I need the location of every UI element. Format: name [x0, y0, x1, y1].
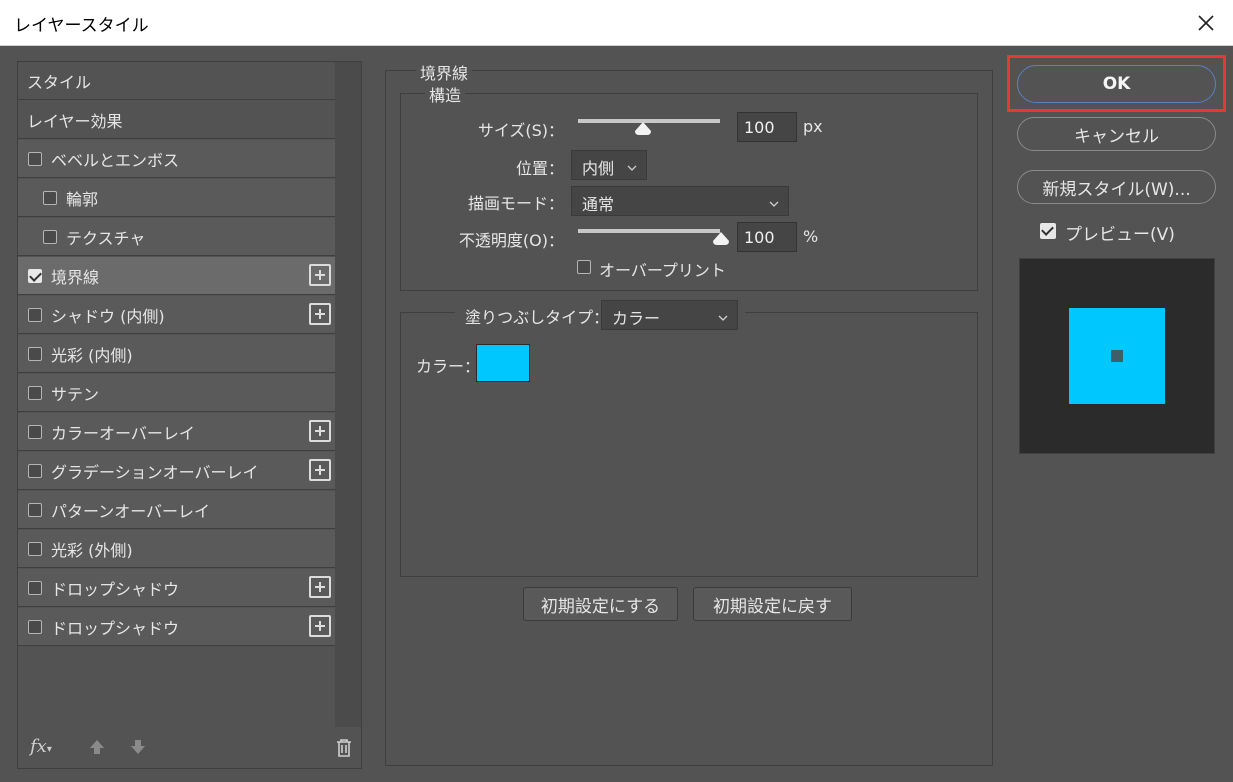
position-label: 位置： [515, 159, 564, 178]
fx-icon[interactable]: fx▾ [30, 736, 52, 757]
close-icon[interactable] [1191, 8, 1221, 38]
style-checkbox[interactable] [28, 268, 42, 283]
chevron-down-icon [768, 195, 780, 207]
add-effect-icon[interactable] [309, 576, 331, 598]
new-style-button[interactable]: 新規スタイル(W)... [1017, 170, 1216, 204]
style-label: テクスチャ [66, 228, 146, 248]
style-label: パターンオーバーレイ [51, 501, 211, 521]
styles-scrollbar[interactable] [335, 62, 361, 727]
style-label: レイヤー効果 [27, 111, 123, 131]
style-label: 光彩 (内側) [51, 345, 133, 365]
style-list-item[interactable]: 光彩 (内側) [18, 335, 335, 373]
style-list-item[interactable]: ドロップシャドウ [18, 569, 335, 607]
add-effect-icon[interactable] [309, 264, 331, 286]
style-list-item[interactable]: 光彩 (外側) [18, 530, 335, 568]
style-preview [1019, 258, 1215, 454]
preview-label: プレビュー(V) [1065, 225, 1175, 245]
window-title: レイヤースタイル [14, 16, 149, 36]
style-checkbox[interactable] [28, 307, 42, 322]
style-checkbox[interactable] [28, 151, 42, 166]
style-checkbox[interactable] [43, 229, 57, 244]
style-list-item[interactable]: レイヤー効果 [18, 101, 335, 139]
style-checkbox[interactable] [28, 580, 42, 595]
size-unit: px [803, 117, 823, 136]
opacity-unit: % [803, 227, 819, 246]
reset-to-default-button[interactable]: 初期設定に戻す [693, 587, 852, 621]
style-list-item[interactable]: カラーオーバーレイ [18, 413, 335, 451]
fill-type-label: 塗りつぶしタイプ： [465, 308, 610, 327]
style-checkbox[interactable] [28, 385, 42, 400]
cancel-button[interactable]: キャンセル [1017, 117, 1216, 151]
size-input[interactable]: 100 [737, 112, 797, 142]
position-value: 内側 [582, 159, 615, 178]
position-dropdown[interactable]: 内側 [571, 150, 647, 180]
chevron-down-icon [717, 309, 729, 321]
move-up-icon[interactable] [88, 738, 106, 760]
styles-toolbar: fx▾ [28, 734, 353, 764]
preview-checkbox[interactable] [1040, 223, 1056, 239]
style-checkbox[interactable] [28, 619, 42, 634]
title-bar: レイヤースタイル [0, 0, 1233, 46]
trash-icon[interactable] [335, 738, 353, 762]
style-list-item[interactable]: スタイル [18, 62, 335, 100]
blend-mode-dropdown[interactable]: 通常 [571, 186, 789, 216]
style-list-item[interactable]: 輪郭 [18, 179, 335, 217]
style-list-item[interactable]: サテン [18, 374, 335, 412]
style-checkbox[interactable] [28, 541, 42, 556]
overprint-checkbox[interactable] [577, 260, 591, 274]
style-label: シャドウ (内側) [51, 306, 165, 326]
chevron-down-icon [626, 159, 638, 171]
opacity-slider[interactable] [578, 229, 720, 233]
style-list-item[interactable]: グラデーションオーバーレイ [18, 452, 335, 490]
add-effect-icon[interactable] [309, 459, 331, 481]
preview-thumbnail [1069, 308, 1165, 404]
style-checkbox[interactable] [28, 424, 42, 439]
add-effect-icon[interactable] [309, 303, 331, 325]
style-list-item[interactable]: パターンオーバーレイ [18, 491, 335, 529]
size-label: サイズ(S)： [477, 121, 564, 140]
color-swatch[interactable] [476, 344, 530, 382]
style-label: カラーオーバーレイ [51, 423, 195, 443]
add-effect-icon[interactable] [309, 420, 331, 442]
style-label: 境界線 [51, 267, 100, 287]
style-label: ドロップシャドウ [51, 579, 180, 599]
style-label: スタイル [27, 72, 92, 92]
style-list-item[interactable]: シャドウ (内側) [18, 296, 335, 334]
opacity-label: 不透明度(O)： [458, 231, 564, 250]
blend-mode-label: 描画モード： [467, 194, 564, 213]
preview-center [1111, 350, 1123, 362]
opacity-input[interactable]: 100 [737, 222, 797, 252]
style-list-item[interactable]: ベベルとエンボス [18, 140, 335, 178]
style-checkbox[interactable] [28, 502, 42, 517]
style-label: 光彩 (外側) [51, 540, 133, 560]
style-list-item[interactable]: 境界線 [18, 257, 335, 295]
style-checkbox[interactable] [28, 346, 42, 361]
fill-type-value: カラー [612, 309, 661, 328]
styles-panel: スタイルレイヤー効果ベベルとエンボス輪郭テクスチャ境界線シャドウ (内側) 光彩 … [17, 61, 362, 769]
style-list-item[interactable]: テクスチャ [18, 218, 335, 256]
blend-mode-value: 通常 [582, 195, 615, 214]
ok-button[interactable]: OK [1017, 65, 1216, 103]
make-default-button[interactable]: 初期設定にする [523, 587, 678, 621]
fill-type-dropdown[interactable]: カラー [601, 300, 738, 330]
style-label: 輪郭 [66, 189, 99, 209]
style-label: ベベルとエンボス [51, 150, 180, 170]
style-checkbox[interactable] [43, 190, 57, 205]
add-effect-icon[interactable] [309, 615, 331, 637]
style-label: グラデーションオーバーレイ [51, 462, 259, 482]
move-down-icon[interactable] [129, 738, 147, 760]
style-label: サテン [51, 384, 100, 404]
style-label: ドロップシャドウ [51, 618, 180, 638]
group-title-structure: 構造 [425, 82, 466, 106]
style-list-item[interactable]: ドロップシャドウ [18, 608, 335, 646]
style-checkbox[interactable] [28, 463, 42, 478]
color-label: カラー： [416, 357, 481, 376]
group-title-stroke: 境界線 [416, 60, 473, 84]
overprint-label: オーバープリント [599, 261, 726, 280]
